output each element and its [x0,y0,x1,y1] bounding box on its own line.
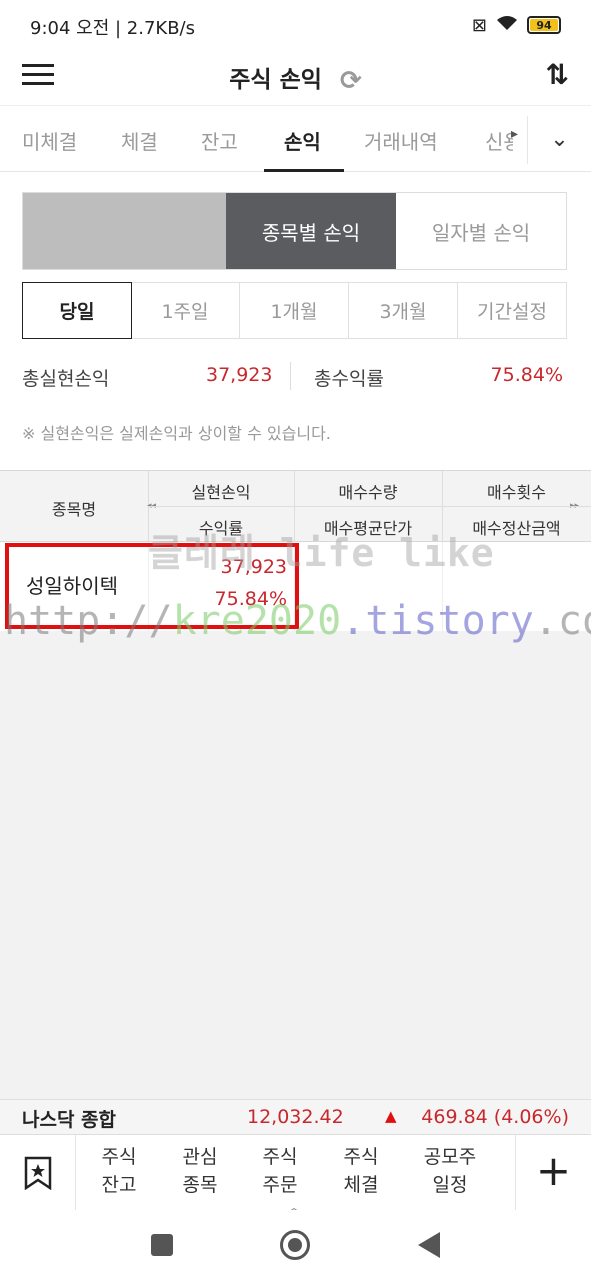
battery-level: 94 [536,18,552,32]
by-stock-button[interactable]: 종목별 손익 [226,193,396,269]
disclaimer-note: ※ 실현손익은 실제손익과 상이할 수 있습니다. [22,424,331,443]
total-rate-value: 75.84% [490,364,563,386]
home-icon[interactable] [280,1230,310,1260]
status-icons: ⊠ 94 [472,14,561,36]
sort-icon[interactable]: ⇅ [546,58,569,91]
empty-list-area [0,631,591,1099]
nav-stock-balance-line1: 주식 [101,1146,137,1168]
app-screen: 9:04 오전 | 2.7KB/s ⊠ 94 주식 손익 ⟳ ⇅ 미체결 체결 … [0,0,591,1280]
view-toggle: 종목별 손익 일자별 손익 [22,192,567,270]
period-1week-button[interactable]: 1주일 [131,283,240,338]
recents-icon[interactable] [151,1234,173,1256]
nav-ipo-schedule-line2: 일정 [432,1174,468,1196]
watermark-url-scheme: http:// [4,598,173,644]
tab-credit[interactable]: 신용 [485,126,513,155]
chevron-down-icon[interactable]: ⌄ [527,116,591,164]
scroll-right-icon[interactable]: ▸ [511,126,518,142]
total-realized-label: 총실현손익 [22,368,110,390]
watermark-text: 클레레 life like [148,531,495,575]
tab-bar: 미체결 체결 잔고 손익 거래내역 신용 ▸ ⌄ [0,106,591,172]
by-date-button[interactable]: 일자별 손익 [396,193,566,269]
period-1month-button[interactable]: 1개월 [240,283,349,338]
nav-ipo-schedule[interactable]: 공모주 일정 [410,1143,490,1199]
nav-stock-balance[interactable]: 주식 잔고 [79,1143,159,1199]
total-rate-label: 총수익률 [314,368,384,390]
nav-stock-order[interactable]: 주식 주문 [240,1143,320,1199]
sim-off-icon: ⊠ [471,14,487,36]
watermark-url-domain: .tistory [341,598,534,644]
refresh-icon[interactable]: ⟳ [340,66,362,96]
tab-unfilled[interactable]: 미체결 [22,126,77,155]
nav-stock-filled-line2: 체결 [343,1174,379,1196]
period-3month-button[interactable]: 3개월 [349,283,458,338]
active-tab-indicator [264,169,344,172]
back-icon[interactable] [418,1232,440,1258]
index-ticker[interactable]: 나스닥 종합 12,032.42 ▲ 469.84 (4.06%) [0,1099,591,1134]
col-buy-qty: 매수수량 [338,483,398,502]
nav-stock-order-line2: 주문 [262,1174,298,1196]
favorite-icon[interactable] [0,1135,76,1211]
page-title-text: 주식 손익 [229,67,322,93]
nav-watchlist-line2: 종목 [182,1174,218,1196]
total-realized-value: 37,923 [206,364,273,386]
col-stock-name: 종목명 [51,500,97,519]
wifi-icon [495,14,519,36]
index-value: 12,032.42 [247,1106,344,1128]
nav-stock-filled-line1: 주식 [343,1146,379,1168]
up-arrow-icon: ▲ [385,1107,397,1125]
summary-row: 총실현손익 37,923 총수익률 75.84% [22,362,567,392]
page-title: 주식 손익 ⟳ [0,60,591,96]
period-custom-button[interactable]: 기간설정 [458,283,566,338]
nav-watchlist-line1: 관심 [182,1146,218,1168]
status-bar: 9:04 오전 | 2.7KB/s ⊠ 94 [0,0,591,50]
nav-stock-filled[interactable]: 주식 체결 [321,1143,401,1199]
col-buy-count: 매수횟수 [487,483,546,502]
title-bar: 주식 손익 ⟳ ⇅ [0,50,591,106]
index-change: 469.84 (4.06%) [421,1106,569,1128]
watermark-url-tld: .com [533,598,591,644]
period-selector: 당일 1주일 1개월 3개월 기간설정 [22,282,567,339]
period-today-button[interactable]: 당일 [22,282,132,339]
tab-profit-loss[interactable]: 손익 [284,126,321,155]
battery-icon: 94 [527,16,561,34]
masked-area [23,193,226,269]
tab-filled[interactable]: 체결 [121,126,158,155]
bottom-nav: 주식 잔고 관심 종목 주식 주문 주식 체결 공모주 일정 ︿ + [0,1134,591,1216]
nav-ipo-schedule-line1: 공모주 [423,1146,477,1168]
nav-stock-balance-line2: 잔고 [101,1174,137,1196]
index-name: 나스닥 종합 [22,1109,117,1131]
add-icon[interactable]: + [515,1135,591,1211]
system-nav [0,1210,591,1280]
watermark-url-host: kre2020 [172,598,342,644]
watermark-url: http://kre2020.tistory.com [4,598,591,644]
status-time: 9:04 오전 | 2.7KB/s [30,18,195,39]
tab-balance[interactable]: 잔고 [201,126,238,155]
divider [290,362,291,390]
nav-watchlist[interactable]: 관심 종목 [160,1143,240,1199]
col-realized: 실현손익 [191,483,251,502]
tab-history[interactable]: 거래내역 [364,126,438,155]
nav-stock-order-line1: 주식 [262,1146,298,1168]
